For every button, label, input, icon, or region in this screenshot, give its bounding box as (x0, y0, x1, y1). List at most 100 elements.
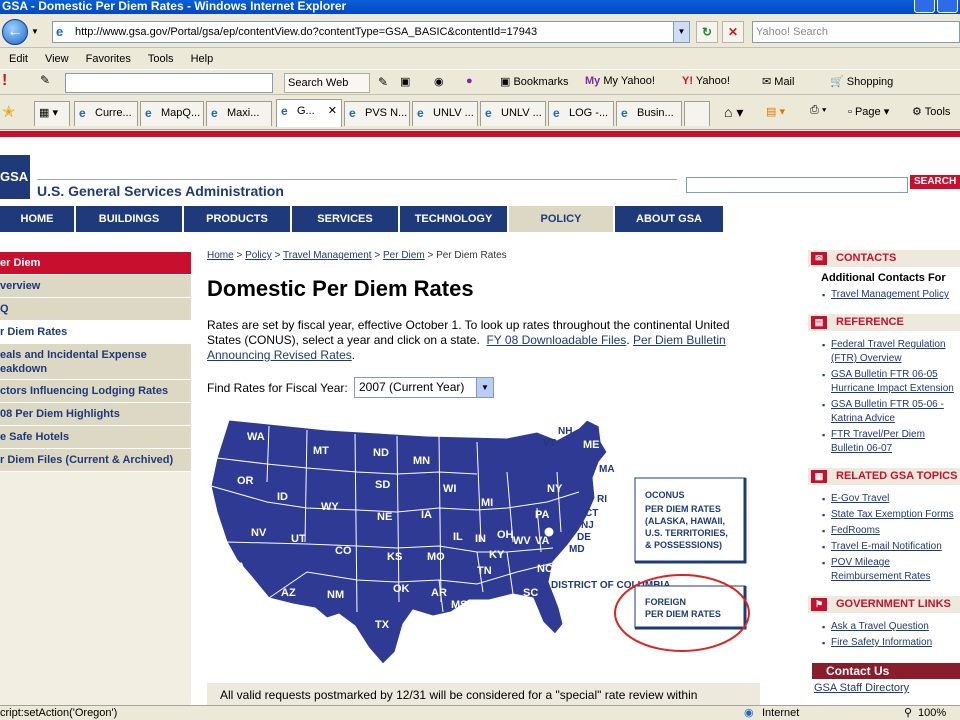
state-label-ar[interactable]: AR (431, 587, 447, 599)
breadcrumb-per-diem[interactable]: Per Diem (383, 250, 425, 261)
state-label-ma[interactable]: MA (599, 464, 615, 475)
my-yahoo-button[interactable]: My My Yahoo! (585, 75, 655, 87)
state-label-ct[interactable]: CT (585, 508, 598, 519)
contact-us-heading[interactable]: Contact Us (812, 663, 960, 679)
tab-unlv-2[interactable]: e UNLV ... (480, 101, 546, 126)
nav-about-gsa[interactable]: ABOUT GSA (615, 206, 725, 232)
messenger-icon[interactable]: ● (466, 75, 473, 87)
related-tax-exemption-link[interactable]: State Tax Exemption Forms (822, 508, 960, 522)
leftnav-per-diem-files[interactable]: r Diem Files (Current & Archived) (0, 449, 191, 472)
address-dropdown-icon[interactable]: ▼ (673, 22, 689, 42)
pencil-icon[interactable]: ✎ (40, 73, 50, 87)
leftnav-overview[interactable]: verview (0, 275, 191, 298)
leftnav-faq[interactable]: Q (0, 298, 191, 321)
state-label-ne[interactable]: NE (377, 511, 392, 523)
staff-directory-link[interactable]: GSA Staff Directory (814, 682, 909, 694)
reference-bulletin-06-07-link[interactable]: FTR Travel/Per Diem Bulletin 06-07 (822, 428, 960, 456)
state-label-ut[interactable]: UT (291, 533, 306, 545)
back-button[interactable]: ← (2, 19, 28, 45)
tab-pvs[interactable]: e PVS N... (344, 101, 410, 126)
yahoo-toolbar-search-input[interactable] (65, 73, 273, 93)
dc-marker[interactable] (543, 526, 555, 538)
state-label-az[interactable]: AZ (281, 587, 296, 599)
tab-mapquest[interactable]: e MapQ... (140, 101, 204, 126)
breadcrumb-travel-management[interactable]: Travel Management (283, 250, 372, 261)
leftnav-per-diem[interactable]: er Diem (0, 252, 191, 275)
leftnav-per-diem-rates[interactable]: r Diem Rates (0, 321, 191, 344)
nav-buildings[interactable]: BUILDINGS (76, 206, 184, 232)
print-icon[interactable]: ⎙ ▾ (810, 104, 826, 117)
state-label-or[interactable]: OR (237, 475, 254, 487)
globe-icon[interactable]: ◉ (434, 75, 444, 88)
menu-help[interactable]: Help (191, 53, 214, 65)
gov-ask-travel-question-link[interactable]: Ask a Travel Question (822, 620, 960, 634)
tab-log[interactable]: e LOG -... (548, 101, 614, 126)
state-label-nd[interactable]: ND (373, 447, 389, 459)
tab-business[interactable]: e Busin... (616, 101, 682, 126)
leftnav-meals-incidentals[interactable]: eals and Incidental Expense eakdown (0, 344, 191, 380)
form-fill-icon[interactable]: ▣ (400, 75, 410, 88)
state-label-md[interactable]: MD (569, 544, 585, 555)
site-search-button[interactable]: SEARCH (910, 175, 960, 189)
minimize-button[interactable] (914, 0, 935, 13)
quick-tabs-button[interactable]: ▦ ▾ (34, 101, 70, 126)
related-fedrooms-link[interactable]: FedRooms (822, 524, 960, 538)
close-tab-icon[interactable]: ✕ (328, 100, 337, 123)
state-label-co[interactable]: CO (335, 545, 352, 557)
reference-ftr-overview-link[interactable]: Federal Travel Regulation (FTR) Overview (822, 338, 960, 366)
state-label-nm[interactable]: NM (327, 589, 344, 601)
state-label-id[interactable]: ID (277, 491, 288, 503)
reference-bulletin-06-05-link[interactable]: GSA Bulletin FTR 06-05 Hurricane Impact … (822, 368, 960, 396)
state-label-nj[interactable]: NJ (581, 520, 594, 531)
tab-maxi[interactable]: e Maxi... (206, 101, 272, 126)
state-label-mn[interactable]: MN (413, 455, 430, 467)
nav-services[interactable]: SERVICES (292, 206, 400, 232)
mail-button[interactable]: ✉ Mail (762, 75, 794, 88)
favorites-star-icon[interactable]: ✭ (2, 102, 15, 122)
related-egov-travel-link[interactable]: E-Gov Travel (822, 492, 960, 506)
tab-gsa-active[interactable]: e G... ✕ (276, 99, 342, 127)
nav-products[interactable]: PRODUCTS (184, 206, 292, 232)
oconus-box[interactable]: OCONUS PER DIEM RATES (ALASKA, HAWAII, U… (634, 477, 747, 564)
state-label-tx[interactable]: TX (375, 619, 390, 631)
zoom-level[interactable]: 100% (918, 706, 946, 720)
state-label-ms[interactable]: MS (451, 599, 468, 611)
related-email-notification-link[interactable]: Travel E-mail Notification (822, 540, 960, 554)
feeds-icon[interactable]: ▤ ▾ (766, 105, 785, 118)
state-label-ri[interactable]: RI (597, 494, 607, 505)
menu-tools[interactable]: Tools (148, 53, 174, 65)
state-label-nc[interactable]: NC (537, 563, 553, 575)
fy08-downloads-link[interactable]: FY 08 Downloadable Files (486, 333, 626, 347)
state-label-tn[interactable]: TN (477, 565, 492, 577)
yahoo-button[interactable]: Y! Yahoo! (682, 75, 730, 87)
yahoo-search-input[interactable]: Yahoo! Search (752, 21, 960, 43)
state-label-al[interactable]: AL (475, 599, 490, 611)
state-label-ks[interactable]: KS (387, 551, 402, 563)
breadcrumb-policy[interactable]: Policy (245, 250, 272, 261)
menu-view[interactable]: View (45, 53, 69, 65)
highlight-icon[interactable]: ✎ (378, 75, 388, 89)
reference-bulletin-05-06-link[interactable]: GSA Bulletin FTR 05-06 - Katrina Advice (822, 398, 960, 426)
state-label-nh[interactable]: NH (558, 426, 572, 437)
refresh-button[interactable]: ↻ (696, 21, 718, 43)
tab-current[interactable]: e Curre... (74, 101, 138, 126)
search-web-button[interactable]: Search Web (284, 73, 370, 93)
tools-menu-button[interactable]: ⚙ Tools (912, 105, 950, 118)
leftnav-fire-safe-hotels[interactable]: e Safe Hotels (0, 426, 191, 449)
state-label-sd[interactable]: SD (375, 479, 390, 491)
new-tab-button[interactable] (684, 101, 710, 126)
leftnav-fy08-highlights[interactable]: 08 Per Diem Highlights (0, 403, 191, 426)
state-label-mi[interactable]: MI (481, 497, 493, 509)
nav-technology[interactable]: TECHNOLOGY (400, 206, 509, 232)
state-label-de[interactable]: DE (577, 532, 591, 543)
state-label-me[interactable]: ME (583, 439, 600, 451)
gov-fire-safety-link[interactable]: Fire Safety Information (822, 636, 960, 650)
menu-edit[interactable]: Edit (9, 53, 28, 65)
bookmarks-button[interactable]: ▣ Bookmarks (500, 75, 568, 88)
nav-policy[interactable]: POLICY (509, 206, 615, 232)
home-icon[interactable]: ⌂ ▾ (724, 104, 743, 121)
state-label-fl[interactable]: FL (525, 643, 539, 655)
state-label-oh[interactable]: OH (497, 529, 514, 541)
breadcrumb-home[interactable]: Home (207, 250, 234, 261)
org-name[interactable]: U.S. General Services Administration (37, 183, 284, 199)
